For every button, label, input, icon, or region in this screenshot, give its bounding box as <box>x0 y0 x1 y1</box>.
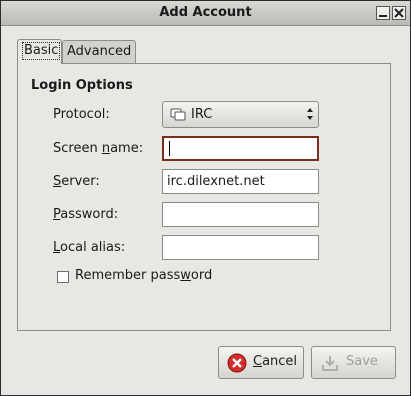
server-input[interactable] <box>162 169 319 194</box>
remember-password-label[interactable]: Remember password <box>75 268 212 283</box>
title-bar[interactable]: Add Account <box>1 1 410 26</box>
minimize-button[interactable] <box>376 6 390 20</box>
irc-protocol-icon <box>170 108 186 121</box>
screen-name-label: Screen name: <box>53 141 144 156</box>
protocol-select[interactable]: IRC <box>162 101 319 128</box>
tab-basic-label: Basic <box>22 42 61 60</box>
protocol-label: Protocol: <box>53 107 110 122</box>
tab-advanced-label: Advanced <box>67 44 132 59</box>
save-button[interactable]: Save <box>311 346 396 379</box>
local-alias-input[interactable] <box>162 235 319 260</box>
protocol-value: IRC <box>191 107 213 122</box>
remember-password-checkbox[interactable] <box>57 271 69 283</box>
tab-basic[interactable]: Basic <box>17 39 62 64</box>
updown-arrows-icon <box>307 108 313 120</box>
server-label: Server: <box>53 174 100 189</box>
cancel-button[interactable]: Cancel <box>218 346 304 379</box>
password-label: Password: <box>53 207 119 222</box>
close-button[interactable] <box>392 6 406 20</box>
tab-advanced[interactable]: Advanced <box>62 40 136 63</box>
password-input[interactable] <box>162 202 319 227</box>
login-options-heading: Login Options <box>31 78 133 93</box>
cancel-icon <box>227 353 247 373</box>
add-account-dialog: Add Account Basic Advanced Login Options… <box>0 0 411 396</box>
local-alias-label: Local alias: <box>53 240 126 255</box>
window-title: Add Account <box>159 5 252 20</box>
close-icon <box>394 8 404 18</box>
text-caret <box>169 141 170 156</box>
save-label: Save <box>346 354 378 369</box>
cancel-label: Cancel <box>253 354 298 369</box>
screen-name-input[interactable] <box>162 136 319 161</box>
save-icon <box>322 356 338 371</box>
